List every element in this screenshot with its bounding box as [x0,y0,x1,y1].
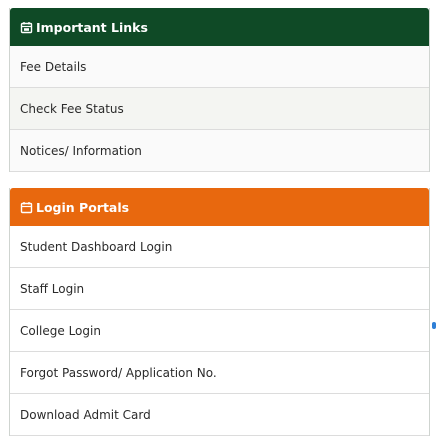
link-staff-login[interactable]: Staff Login [10,268,429,310]
link-forgot-password[interactable]: Forgot Password/ Application No. [10,352,429,394]
important-links-header: Important Links [10,8,429,46]
link-notices-information[interactable]: Notices/ Information [10,130,429,172]
login-portals-header: Login Portals [10,188,429,226]
link-check-fee-status[interactable]: Check Fee Status [10,88,429,130]
important-links-list: Fee Details Check Fee Status Notices/ In… [10,46,429,172]
link-fee-details[interactable]: Fee Details [10,46,429,88]
important-links-panel: Important Links Fee Details Check Fee St… [9,8,430,172]
login-portals-list: Student Dashboard Login Staff Login Coll… [10,226,429,436]
link-student-dashboard-login[interactable]: Student Dashboard Login [10,226,429,268]
important-links-title: Important Links [36,19,148,35]
calendar-icon [20,201,33,214]
link-college-login[interactable]: College Login [10,310,429,352]
scroll-indicator [432,322,436,329]
login-portals-panel: Login Portals Student Dashboard Login St… [9,188,430,436]
link-download-admit-card[interactable]: Download Admit Card [10,394,429,436]
calendar-icon [20,21,33,34]
login-portals-title: Login Portals [36,199,130,215]
